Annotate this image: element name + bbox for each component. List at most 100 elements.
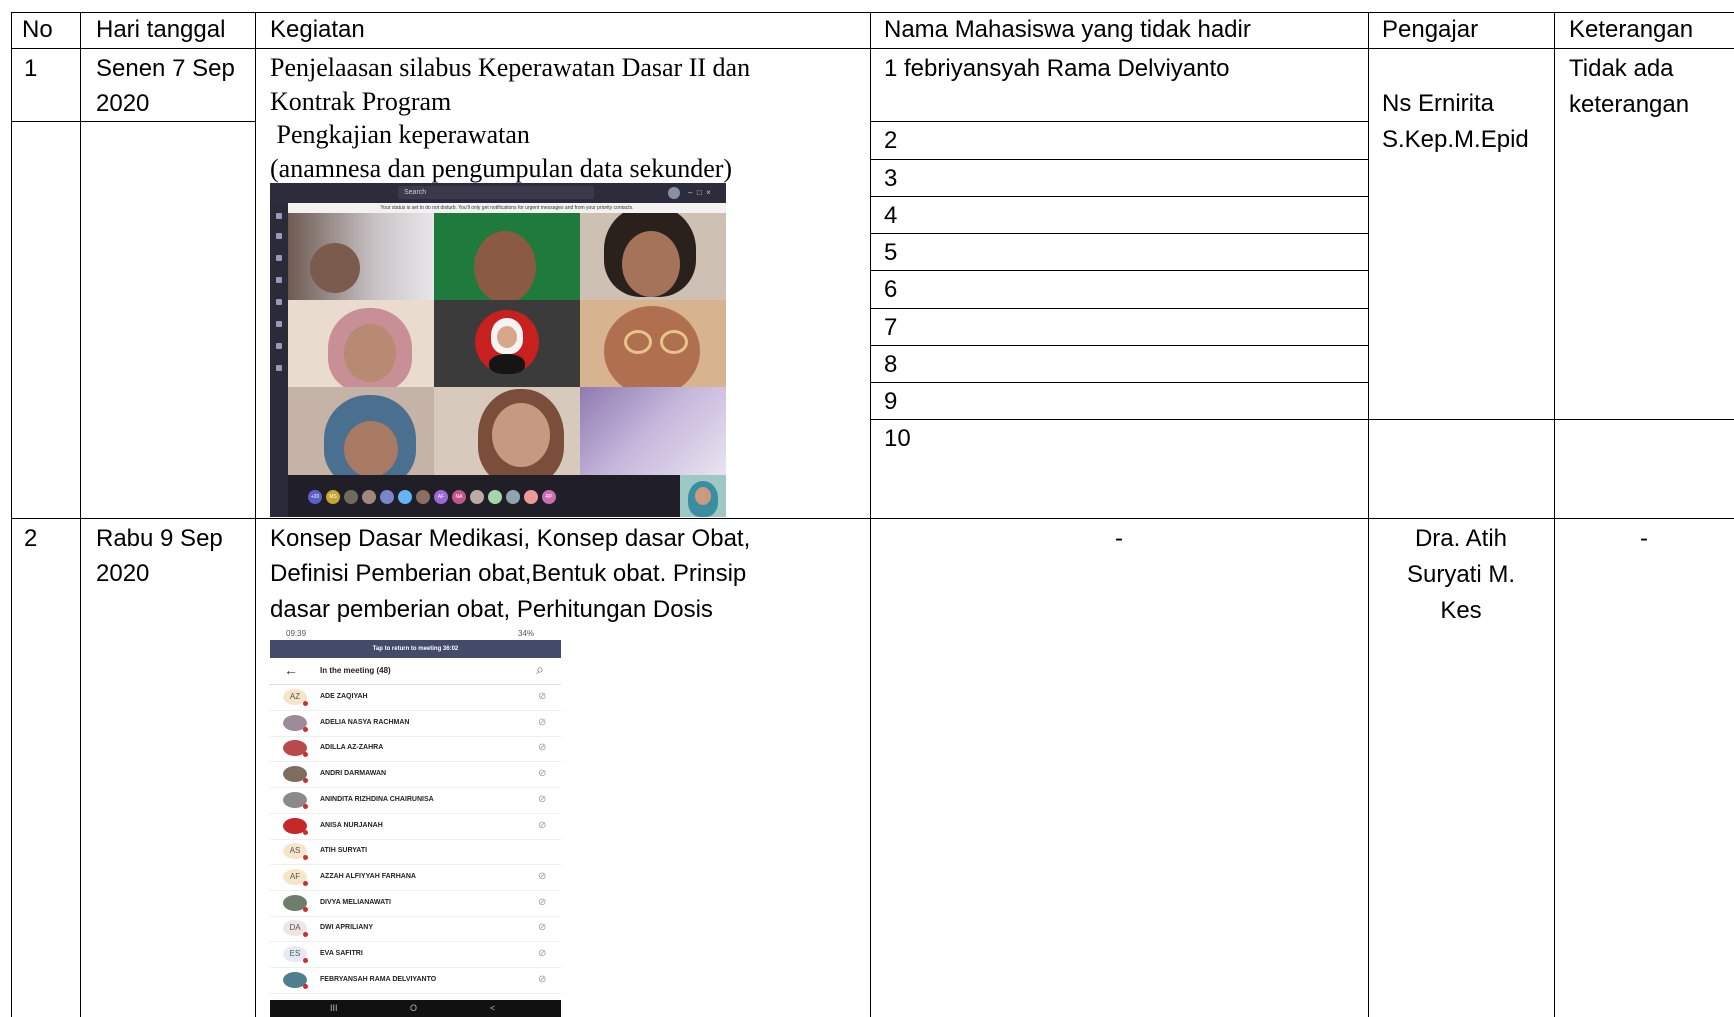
header-activity: Kegiatan [270,16,365,43]
video-tile [288,387,434,475]
table-border [870,419,1734,420]
status-dot-icon [303,855,308,861]
participant-avatar: MS [326,490,340,504]
table-border [80,12,81,1017]
participant-row: ANDRI DARMAWAN ⊘ [270,762,561,789]
video-tile [580,213,726,300]
table-border [11,121,255,122]
teams-meeting-screenshot: Search – □ × Your status is set to do no… [270,183,726,517]
participants-bar: +20 MS AF NA RP [288,475,726,517]
participant-row: DA DWI APRILIANY ⊘ [270,916,561,943]
table-border [870,196,1368,197]
participant-row: ADELIA NASYA RACHMAN ⊘ [270,711,561,737]
muted-mic-icon: ⊘ [538,948,547,959]
rail-icon [276,299,282,305]
window-controls-icon: – □ × [688,188,711,197]
table-border [870,270,1368,271]
participant-avatar [362,490,376,504]
absent-item: 3 [884,165,898,192]
row-activity-line: Konsep Dasar Medikasi, Konsep dasar Obat… [270,525,751,552]
rail-icon [276,233,282,239]
row-no: 1 [24,55,38,82]
row-note: keterangan [1569,91,1690,118]
status-dot-icon [303,906,308,912]
absent-item: 1 febriyansyah Rama Delviyanto [884,55,1230,82]
rail-icon [276,213,282,219]
muted-mic-icon: ⊘ [538,742,547,754]
participant-row: AF AZZAH ALFIYYAH FARHANA ⊘ [270,865,561,891]
teams-left-rail [270,203,288,517]
participant-row: ANINDITA RIZHDINA CHAIRUNISA ⊘ [270,788,561,814]
participant-avatar [398,490,412,504]
row-date: 2020 [96,560,150,587]
row-date: Rabu 9 Sep [96,525,223,552]
profile-avatar [668,187,680,199]
absent-item: 6 [884,276,898,303]
participant-avatar [416,490,430,504]
muted-mic-icon: ⊘ [538,793,547,805]
participant-name: ADELIA NASYA RACHMAN [320,718,410,726]
participant-avatar [506,490,520,504]
return-to-meeting-banner: Tap to return to meeting 36:02 [270,640,561,658]
status-dot-icon [303,701,308,706]
row-activity-line: Kontrak Program [270,87,452,116]
participants-title: In the meeting (48) [320,666,391,675]
participant-name: FEBRYANSAH RAMA DELVIYANTO [320,975,437,983]
table-border [870,308,1368,309]
rail-icon [276,321,282,327]
participant-name: ANDRI DARMAWAN [320,770,387,778]
dnd-notice: Your status is set to do not disturb. Yo… [288,203,726,213]
participant-row: DIVYA MELIANAWATI ⊘ [270,891,561,917]
status-time: 09:39 [286,629,307,638]
participant-name: ADE ZAQIYAH [320,693,368,700]
table-border [870,121,1368,122]
video-tile [288,213,434,300]
video-tile [434,213,580,300]
status-dot-icon [303,829,308,835]
participant-name: ANINDITA RIZHDINA CHAIRUNISA [320,795,434,803]
absent-item: 10 [884,425,911,452]
video-tile [434,387,580,475]
phone-participants-screenshot: 09:39 34% Tap to return to meeting 36:02… [270,628,561,1017]
absent-item: 5 [884,239,898,266]
participant-name: EVA SAFITRI [320,950,363,957]
participant-row: AS ATIH SURYATI [270,839,561,866]
row-date: Senen 7 Sep [96,55,235,82]
header-note: Keterangan [1569,16,1694,43]
status-dot-icon [303,880,308,886]
muted-mic-icon: ⊘ [538,896,547,908]
search-field: Search [398,186,594,199]
muted-mic-icon: ⊘ [538,768,547,780]
participant-avatar [488,490,502,504]
teams-titlebar: Search – □ × [270,183,726,203]
row-teacher: S.Kep.M.Epid [1382,126,1529,153]
status-dot-icon [303,932,308,938]
participant-avatar [470,490,484,504]
participant-name: DWI APRILIANY [320,924,374,932]
header-no: No [22,16,53,43]
header-teacher: Pengajar [1382,16,1479,43]
participant-name: DIVYA MELIANAWATI [320,898,391,906]
rail-icon [276,365,282,371]
rail-icon [276,343,282,349]
video-tile [580,300,726,387]
muted-mic-icon: ⊘ [538,716,547,728]
table-border [870,233,1368,234]
participant-row: FEBRYANSAH RAMA DELVIYANTO ⊘ [270,968,561,994]
row-activity-line: Definisi Pemberian obat,Bentuk obat. Pri… [270,560,747,587]
table-border [11,48,1734,49]
row-teacher: Kes [1440,597,1482,624]
participant-row: AZ ADE ZAQIYAH ⊘ [270,685,561,711]
row-teacher: Ns Ernirita [1382,90,1495,117]
participant-avatar: NA [452,490,466,504]
participant-avatar: RP [542,490,556,504]
table-border [870,345,1368,346]
table-border [255,12,256,1017]
table-border [870,382,1368,383]
status-dot-icon [303,726,308,732]
row-no: 2 [24,525,38,552]
participant-avatar [380,490,394,504]
table-border [11,518,1734,519]
absent-item: 2 [884,127,898,154]
absent-item: 9 [884,388,898,415]
